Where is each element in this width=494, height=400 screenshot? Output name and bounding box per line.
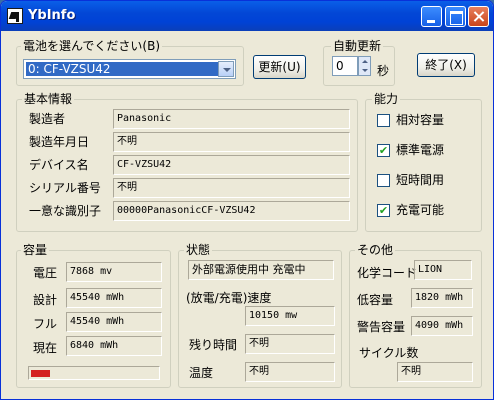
maximize-button[interactable] [445,6,466,27]
serial-number-label: シリアル番号 [29,181,101,195]
manufacture-date-label: 製造年月日 [29,135,90,149]
rate-value: 10150 mw [245,306,335,326]
rate-label: (放電/充電)速度 [186,291,272,305]
short-term-checkbox[interactable] [377,174,390,187]
cycle-count-label: サイクル数 [359,346,419,360]
exit-button[interactable]: 終了(X) [417,53,475,77]
power-state-value: 外部電源使用中 充電中 [188,260,334,280]
capacity-title: 容量 [21,243,50,257]
capability-title: 能力 [372,92,401,106]
device-name-value: CF-VZSU42 [113,155,350,175]
title-bar[interactable]: YbInfo [1,1,493,31]
voltage-label: 電圧 [33,266,58,280]
charge-progress-fill [31,370,50,377]
other-title: その他 [355,243,396,257]
chemistry-value: LION [414,260,472,280]
basic-info-title: 基本情報 [22,92,75,106]
full-capacity-value: 45540 mWh [66,312,162,332]
auto-update-unit: 秒 [377,64,390,78]
app-window: YbInfo 電池を選んでください(B) 0: CF-VZSU42 更新(U) … [0,0,494,400]
maker-label: 製造者 [29,112,66,126]
temperature-value: 不明 [245,362,335,382]
remaining-time-value: 不明 [245,334,335,354]
temperature-label: 温度 [189,366,214,380]
serial-number-value: 不明 [113,178,350,198]
low-capacity-label: 低容量 [357,293,394,307]
low-capacity-value: 1820 mWh [411,288,473,308]
update-button[interactable]: 更新(U) [253,55,306,79]
rechargeable-checkbox[interactable]: ✔ [377,204,390,217]
short-term-label: 短時間用 [396,173,445,187]
warning-capacity-value: 4090 mWh [411,316,473,336]
rechargeable-label: 充電可能 [396,203,445,217]
auto-update-label: 自動更新 [331,39,384,53]
close-button[interactable] [468,6,489,27]
auto-update-spinner[interactable] [358,56,371,76]
battery-select-label: 電池を選んでください(B) [21,39,162,53]
chemistry-label: 化学コード [357,266,418,280]
battery-combo[interactable]: 0: CF-VZSU42 [23,59,236,79]
current-capacity-label: 現在 [33,341,58,355]
relative-capacity-label: 相対容量 [396,113,445,127]
charge-progress-bar [28,366,160,380]
remaining-time-label: 残り時間 [189,338,238,352]
relative-capacity-checkbox[interactable] [377,114,390,127]
warning-capacity-label: 警告容量 [357,320,406,334]
manufacture-date-value: 不明 [113,132,350,152]
standard-power-checkbox[interactable]: ✔ [377,144,390,157]
unique-id-value: 00000PanasonicCF-VZSU42 [113,201,350,221]
minimize-button[interactable] [421,6,442,27]
window-title: YbInfo [28,8,76,23]
design-capacity-label: 設計 [33,293,58,307]
voltage-value: 7868 mv [66,262,162,282]
unique-id-label: 一意な識別子 [29,204,102,218]
cycle-count-value: 不明 [397,362,473,382]
device-name-label: デバイス名 [29,158,89,172]
status-title: 状態 [184,243,213,257]
full-capacity-label: フル [33,317,58,331]
auto-update-input[interactable]: 0 [332,56,358,76]
maker-value: Panasonic [113,109,350,129]
app-icon [7,8,23,24]
current-capacity-value: 6840 mWh [66,336,162,356]
standard-power-label: 標準電源 [396,143,445,157]
battery-combo-value: 0: CF-VZSU42 [26,62,218,76]
chevron-down-icon[interactable] [218,61,234,77]
design-capacity-value: 45540 mWh [66,288,162,308]
